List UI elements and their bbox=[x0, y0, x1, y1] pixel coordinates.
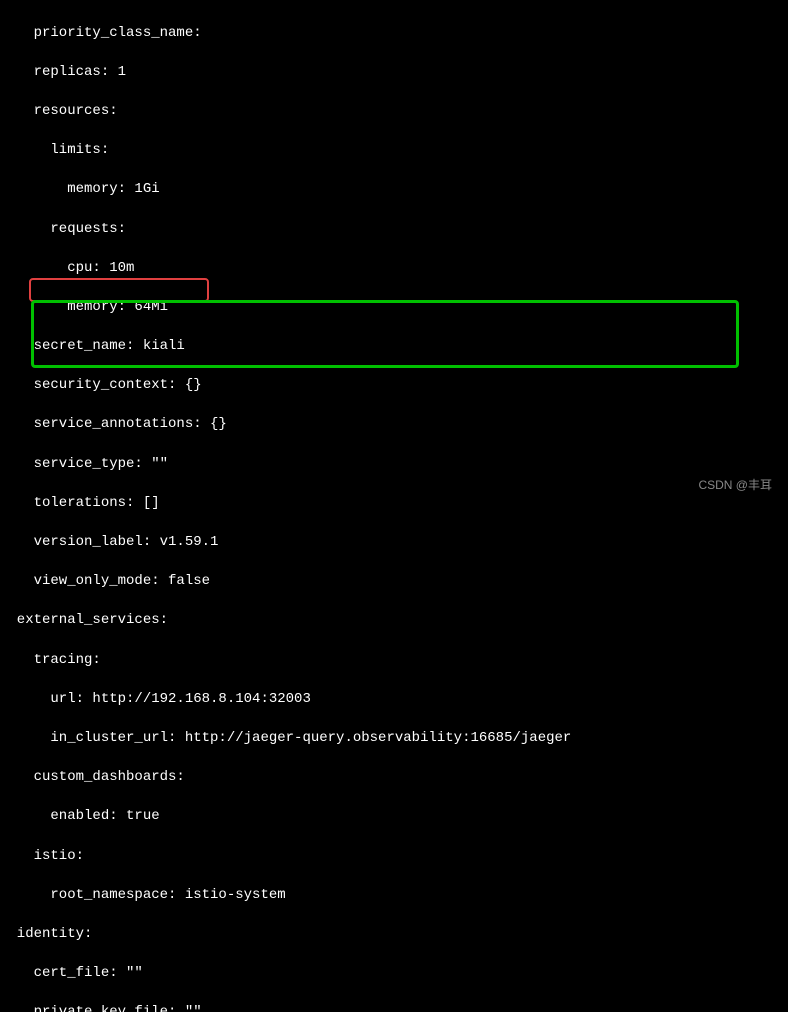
code-line: priority_class_name: bbox=[0, 24, 788, 44]
code-line: tracing: bbox=[0, 651, 788, 671]
code-line: service_annotations: {} bbox=[0, 415, 788, 435]
code-line: custom_dashboards: bbox=[0, 768, 788, 788]
code-line: memory: 64Mi bbox=[0, 298, 788, 318]
code-line: identity: bbox=[0, 925, 788, 945]
yaml-code-block: priority_class_name: replicas: 1 resourc… bbox=[0, 0, 788, 1012]
code-line: root_namespace: istio-system bbox=[0, 886, 788, 906]
code-line: version_label: v1.59.1 bbox=[0, 533, 788, 553]
code-line: external_services: bbox=[0, 611, 788, 631]
code-line: in_cluster_url: http://jaeger-query.obse… bbox=[0, 729, 788, 749]
code-line: memory: 1Gi bbox=[0, 180, 788, 200]
code-line: service_type: "" bbox=[0, 455, 788, 475]
code-line: url: http://192.168.8.104:32003 bbox=[0, 690, 788, 710]
code-line: security_context: {} bbox=[0, 376, 788, 396]
code-line: cert_file: "" bbox=[0, 964, 788, 984]
code-line: enabled: true bbox=[0, 807, 788, 827]
code-line: limits: bbox=[0, 141, 788, 161]
code-line: replicas: 1 bbox=[0, 63, 788, 83]
code-line: cpu: 10m bbox=[0, 259, 788, 279]
code-line: view_only_mode: false bbox=[0, 572, 788, 592]
code-line: tolerations: [] bbox=[0, 494, 788, 514]
code-line: private_key_file: "" bbox=[0, 1003, 788, 1012]
code-line: secret_name: kiali bbox=[0, 337, 788, 357]
watermark: CSDN @丰耳 bbox=[698, 477, 772, 494]
code-line: requests: bbox=[0, 220, 788, 240]
code-line: resources: bbox=[0, 102, 788, 122]
code-line: istio: bbox=[0, 847, 788, 867]
